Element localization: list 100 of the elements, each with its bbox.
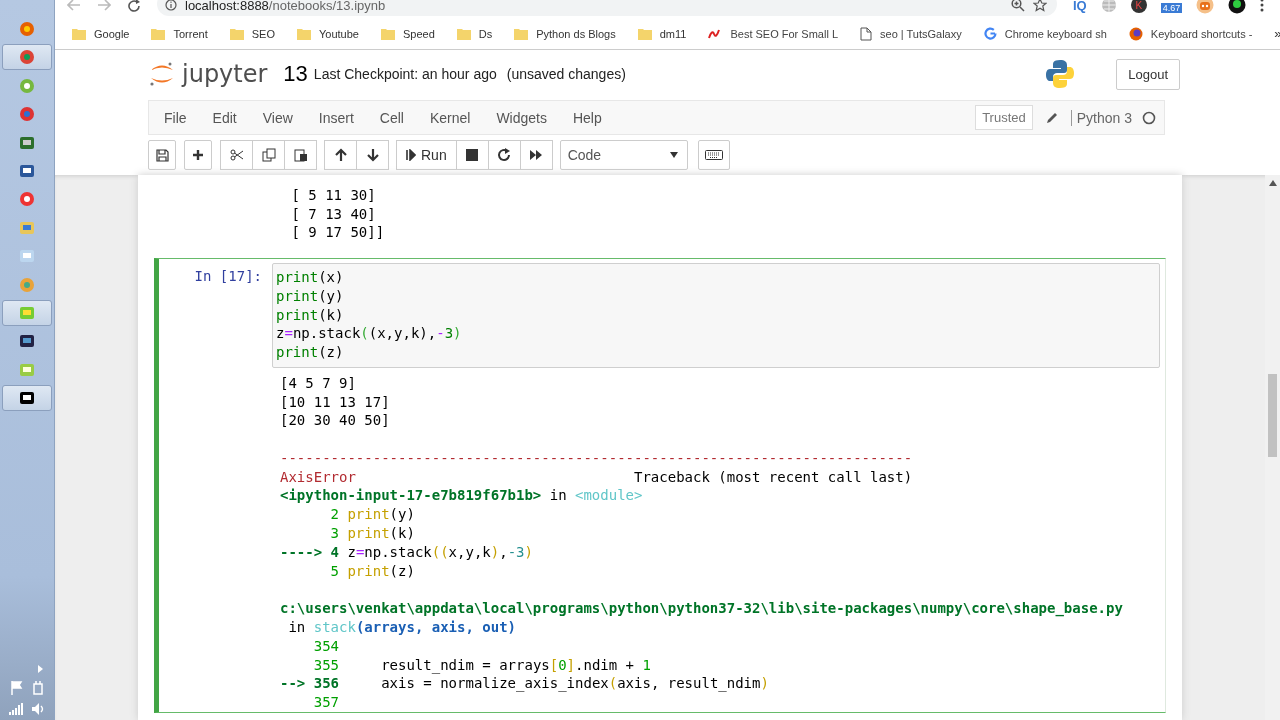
site-icon xyxy=(708,27,723,40)
app-icon xyxy=(19,162,35,179)
move-down-button[interactable] xyxy=(356,140,389,170)
notebook-name[interactable]: 13 xyxy=(283,61,308,87)
kernel-name: Python 3 xyxy=(1070,109,1132,126)
output-line: [ 7 13 40] xyxy=(290,204,377,224)
scroll-thumb[interactable] xyxy=(1268,374,1277,457)
traceback-line: ----> 4 z=np.stack((x,y,k),-3) xyxy=(280,542,534,562)
trusted-button[interactable]: Trusted xyxy=(975,105,1033,130)
arrow-down-icon xyxy=(366,148,379,162)
app-icon xyxy=(19,219,35,236)
bookmark[interactable]: Best SEO For Small L xyxy=(708,27,838,40)
paste-button[interactable] xyxy=(284,140,317,170)
app-icon xyxy=(19,21,35,37)
code-editor[interactable]: print(x) print(y) print(k) z=np.stack((x,y,k),-3) print(z) xyxy=(272,263,1160,368)
menu-item[interactable]: Edit xyxy=(199,109,250,126)
clipboard-icon xyxy=(293,148,308,162)
speaker-icon[interactable] xyxy=(31,702,45,716)
menu-item[interactable]: View xyxy=(249,109,306,126)
run-all-button[interactable] xyxy=(519,140,553,170)
app-icon xyxy=(19,106,35,123)
menu-item[interactable]: Cell xyxy=(366,109,417,126)
scroll-up-icon[interactable] xyxy=(1268,180,1277,186)
step-icon xyxy=(406,149,416,161)
bookmark[interactable]: Youtube xyxy=(296,27,359,40)
forward-icon[interactable] xyxy=(97,0,111,11)
back-icon[interactable] xyxy=(67,0,81,11)
traceback-line: <ipython-input-17-e7b819f67b1b> in <module> xyxy=(280,486,644,506)
keyboard-button[interactable] xyxy=(697,140,730,170)
star-icon[interactable] xyxy=(1033,0,1047,12)
traceback-line: 354 xyxy=(312,636,340,656)
move-up-button[interactable] xyxy=(324,140,357,170)
save-button[interactable] xyxy=(148,140,176,170)
signal-icon[interactable] xyxy=(9,703,23,715)
extension-icon[interactable] xyxy=(1228,0,1247,14)
pencil-icon[interactable] xyxy=(1044,110,1059,125)
flag-icon[interactable] xyxy=(10,680,24,696)
save-icon xyxy=(155,148,169,162)
bookmark[interactable]: Speed xyxy=(380,27,435,40)
app-icon xyxy=(19,248,35,265)
cut-button[interactable] xyxy=(220,140,253,170)
taskbar-app[interactable] xyxy=(2,385,52,412)
output-line: [20 30 40 50] xyxy=(280,411,391,431)
code-cell[interactable] xyxy=(154,258,1166,714)
code-line: print(z) xyxy=(276,343,345,362)
globe-icon[interactable] xyxy=(1100,0,1117,13)
menu-item[interactable]: Help xyxy=(559,109,615,126)
bookmark[interactable]: Ds xyxy=(456,27,493,40)
page-icon xyxy=(860,26,872,41)
logout-button[interactable]: Logout xyxy=(1116,58,1180,90)
run-button[interactable]: Run xyxy=(396,140,457,170)
plus-icon xyxy=(192,149,204,161)
zoom-icon[interactable] xyxy=(1011,0,1025,12)
menu-item[interactable]: Insert xyxy=(305,109,367,126)
save-status: (unsaved changes) xyxy=(506,66,626,82)
code-line: z=np.stack((x,y,k),-3) xyxy=(276,324,463,343)
output-line: [4 5 7 9] xyxy=(280,373,357,393)
traceback-line: AxisError Traceback (most recent call last) xyxy=(280,467,914,487)
app-icon xyxy=(19,134,35,151)
add-cell-button[interactable] xyxy=(184,140,212,170)
menu-item[interactable]: Kernel xyxy=(416,109,484,126)
bookmark[interactable]: Keyboard shortcuts - xyxy=(1128,26,1253,41)
jupyter-logo[interactable]: jupyter xyxy=(148,60,268,88)
bookmark[interactable]: Chrome keyboard sh xyxy=(983,27,1107,40)
scrollbar[interactable] xyxy=(1265,175,1280,720)
traceback-line: 355 result_ndim = arrays[0].ndim + 1 xyxy=(312,655,652,675)
folder-icon xyxy=(637,27,652,40)
traceback-line: 3 print(k) xyxy=(329,524,416,543)
restart-button[interactable] xyxy=(487,140,521,170)
bookmark[interactable]: dm11 xyxy=(637,27,687,40)
output-line: [10 11 13 17] xyxy=(280,392,391,412)
reload-icon[interactable] xyxy=(127,0,141,13)
plug-icon[interactable] xyxy=(32,680,44,696)
keyboard-icon xyxy=(704,150,723,160)
menu-item[interactable]: Widgets xyxy=(483,109,560,126)
bookmark[interactable]: SEO xyxy=(229,27,275,40)
bookmark[interactable]: Google xyxy=(72,27,130,40)
menu-item[interactable]: File xyxy=(151,109,200,126)
stop-button[interactable] xyxy=(455,140,489,170)
extension-badge[interactable]: 4.67 xyxy=(1160,3,1183,13)
caret-icon[interactable] xyxy=(36,664,44,674)
bookmark[interactable]: Torrent xyxy=(151,27,208,40)
extension-button[interactable]: IQ xyxy=(1073,0,1087,13)
bookmark[interactable]: Python ds Blogs xyxy=(514,27,616,40)
address-bar[interactable]: localhost:8888/notebooks/13.ipynb xyxy=(157,0,1057,16)
output-line: [ 5 11 30] xyxy=(290,185,377,205)
traceback-line: 357 xyxy=(312,693,340,713)
folder-icon xyxy=(151,27,166,40)
app-icon xyxy=(19,49,35,66)
folder-icon xyxy=(514,27,529,40)
restart-icon xyxy=(497,148,512,162)
traceback-line: --------------------------------------------------------------------------- xyxy=(280,448,914,468)
menu-icon[interactable] xyxy=(1260,0,1265,12)
g-logo-icon xyxy=(983,27,997,40)
robot-icon[interactable] xyxy=(1196,0,1215,14)
caret-icon xyxy=(669,152,678,158)
cell-type-select[interactable]: Code xyxy=(559,140,688,170)
folder-icon xyxy=(72,27,86,40)
app-icon xyxy=(19,191,35,208)
bookmark[interactable]: seo | TutsGalaxy xyxy=(860,26,962,41)
